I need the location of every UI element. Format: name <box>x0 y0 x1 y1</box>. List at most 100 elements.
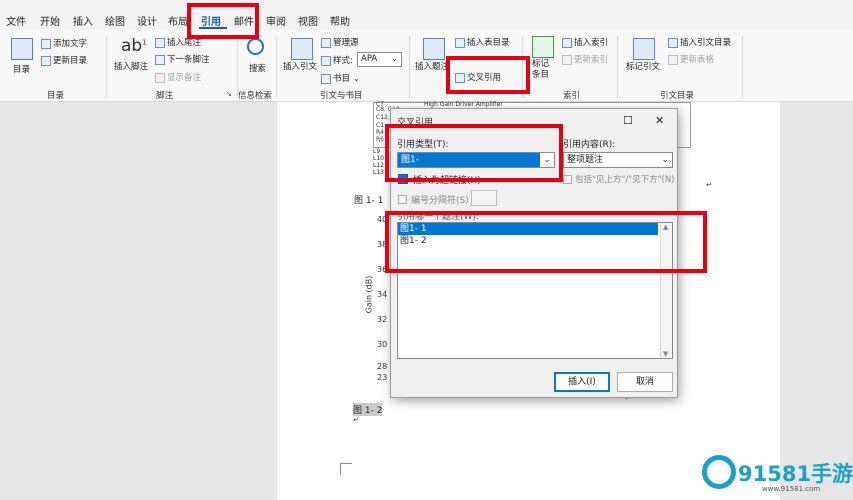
show-notes-button[interactable]: 显示备注 <box>155 71 201 83</box>
group-separator <box>617 36 618 98</box>
chevron-down-icon: ⌄ <box>390 54 398 64</box>
ref-content-value: 整项题注 <box>567 155 604 165</box>
insert-citation-icon <box>291 38 313 60</box>
bibliography-icon <box>321 73 331 84</box>
insert-caption-button[interactable]: 插入题注 <box>415 60 449 72</box>
toc-icon <box>11 38 33 60</box>
endnote-icon <box>155 37 165 48</box>
insert-index-button[interactable]: 插入索引 <box>562 36 608 48</box>
update-toa-button[interactable]: 更新表格 <box>668 53 714 65</box>
mark-citation-button[interactable]: 标记引文 <box>626 60 660 72</box>
insert-footnote-button[interactable]: 插入脚注 <box>114 60 148 72</box>
group-separator <box>742 36 743 98</box>
next-footnote-label: 下一条脚注 <box>167 55 210 65</box>
chevron-down-icon: ⌄ <box>661 155 669 165</box>
update-toc-icon <box>41 55 51 66</box>
mark-entry-button[interactable]: 标记 条目 <box>532 59 549 81</box>
ref-content-label: 引用内容(R): <box>563 140 616 150</box>
menu-review[interactable]: 审阅 <box>266 13 286 28</box>
menu-file[interactable]: 文件 <box>6 13 26 28</box>
highlight-caption-list <box>385 211 707 273</box>
insert-citation-button[interactable]: 插入引文 <box>283 60 317 72</box>
y-tick-label: 28 <box>377 362 388 371</box>
scroll-down-icon[interactable]: ▼ <box>663 350 668 358</box>
y-tick-label: 30 <box>377 340 388 349</box>
toc-button[interactable]: 目录 <box>13 63 30 75</box>
separator-input[interactable] <box>471 190 497 206</box>
group-label-citations: 引文与书目 <box>320 91 363 101</box>
manage-sources-button[interactable]: 管理源 <box>321 36 359 48</box>
table-of-figures-icon <box>455 37 465 48</box>
dialog-launcher-icon[interactable]: ↘ <box>226 90 232 98</box>
table-of-figures-label: 插入表目录 <box>467 38 510 48</box>
group-label-toa: 引文目录 <box>660 91 695 101</box>
mark-entry-icon <box>532 36 554 58</box>
update-toc-label: 更新目录 <box>53 56 88 66</box>
next-footnote-icon <box>155 54 165 65</box>
menu-layout[interactable]: 布局 <box>168 13 188 28</box>
y-tick-label: 34 <box>377 290 388 299</box>
menu-help[interactable]: 帮助 <box>330 13 350 28</box>
group-separator <box>409 36 410 98</box>
search-icon <box>247 38 264 55</box>
insert-toa-label: 插入引文目录 <box>680 38 732 48</box>
next-footnote-button[interactable]: 下一条脚注 <box>155 53 210 65</box>
style-label-wrap: 样式: <box>321 54 353 66</box>
table-cell: R6 <box>376 136 384 143</box>
highlight-ref-type <box>385 124 563 182</box>
page-margin-corner <box>340 463 352 475</box>
highlight-references-tab <box>187 3 259 39</box>
menu-view[interactable]: 视图 <box>298 13 318 28</box>
separate-numbers-checkbox[interactable] <box>398 195 407 204</box>
group-separator <box>276 36 277 98</box>
bibliography-button[interactable]: 书目 ⌄ <box>321 72 360 84</box>
update-toc-button[interactable]: 更新目录 <box>41 54 87 66</box>
ref-content-select[interactable]: 整项题注 ⌄ <box>563 152 673 168</box>
insert-toa-button[interactable]: 插入引文目录 <box>668 36 731 48</box>
show-notes-label: 显示备注 <box>167 73 202 83</box>
figure-caption: 图 1- 1 <box>354 196 384 206</box>
update-toa-icon <box>668 54 678 65</box>
chevron-down-icon: ⌄ <box>350 74 360 84</box>
table-cell: R4 <box>376 129 384 136</box>
manage-sources-icon <box>321 37 331 48</box>
group-label-research: 信息检索 <box>238 91 273 101</box>
menu-design[interactable]: 设计 <box>137 13 157 28</box>
manage-sources-label: 管理源 <box>333 38 359 48</box>
paragraph-mark: ↵ <box>353 416 359 424</box>
insert-toa-icon <box>668 37 678 48</box>
cancel-button[interactable]: 取消 <box>617 372 673 392</box>
maximize-icon[interactable]: ☐ <box>623 114 633 127</box>
add-text-label: 添加文字 <box>53 39 88 49</box>
y-tick-label: 32 <box>377 315 388 324</box>
above-below-checkbox[interactable] <box>563 175 572 184</box>
update-index-button[interactable]: 更新索引 <box>562 53 608 65</box>
menu-bar: 文件 开始 插入 绘图 设计 布局 引用 邮件 审阅 视图 帮助 <box>0 0 853 30</box>
insert-index-icon <box>562 37 572 48</box>
update-index-icon <box>562 54 572 65</box>
bibliography-label: 书目 <box>333 74 351 84</box>
paragraph-mark: ↵ <box>706 181 712 189</box>
figure-caption-selected: 图 1- 2 <box>353 403 383 416</box>
menu-home[interactable]: 开始 <box>40 13 60 28</box>
show-notes-icon <box>155 72 165 83</box>
insert-table-of-figures-button[interactable]: 插入表目录 <box>455 36 510 48</box>
insert-button[interactable]: 插入(I) <box>554 372 610 392</box>
mark-citation-icon <box>633 38 655 60</box>
above-below-label: 包括"见上方"/"见下方"(N) <box>575 175 675 185</box>
search-button[interactable]: 搜索 <box>249 62 266 74</box>
endnote-label: 插入尾注 <box>167 38 202 48</box>
group-label-toc: 目录 <box>47 91 65 101</box>
add-text-icon <box>41 38 51 49</box>
update-toa-label: 更新表格 <box>680 55 715 65</box>
y-axis-label: Gain (dB) <box>364 275 374 314</box>
close-icon[interactable]: ✕ <box>655 114 664 127</box>
group-label-index: 索引 <box>563 91 581 101</box>
watermark-brand: 91581手游 <box>738 462 853 486</box>
menu-draw[interactable]: 绘图 <box>105 13 125 28</box>
watermark-url: www.91581.com <box>762 485 821 493</box>
add-text-button[interactable]: 添加文字 <box>41 37 87 49</box>
group-separator <box>106 36 107 98</box>
menu-insert[interactable]: 插入 <box>73 13 93 28</box>
style-select[interactable]: APA ⌄ <box>357 52 402 67</box>
